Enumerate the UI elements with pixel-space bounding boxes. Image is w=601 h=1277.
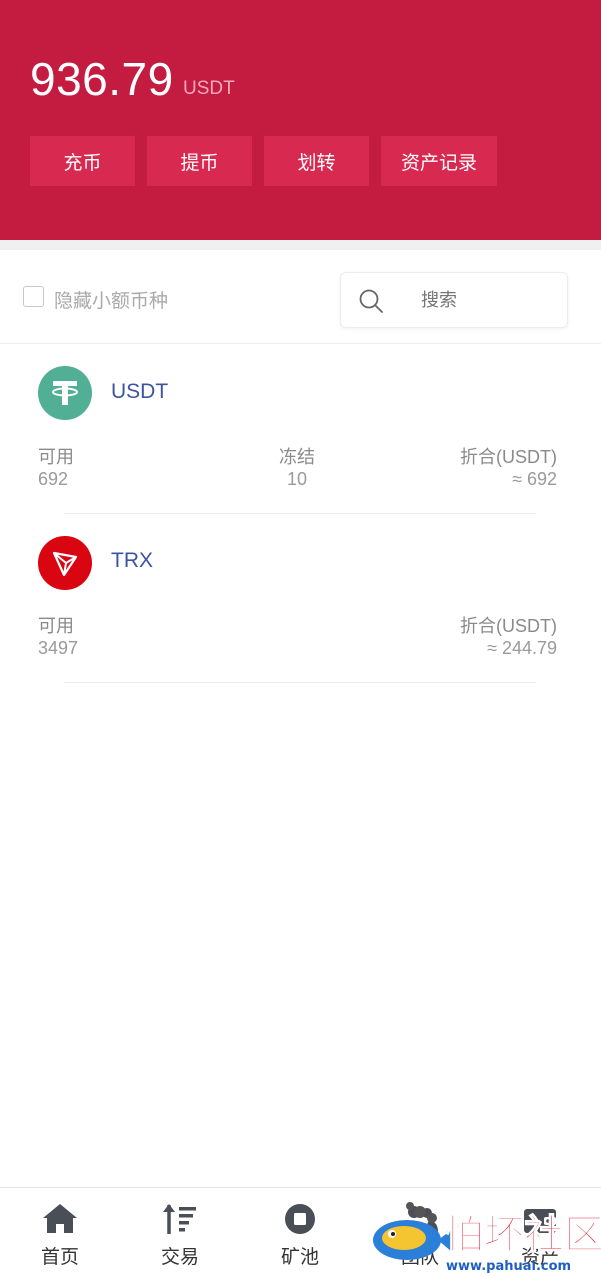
total-balance: 936.79	[30, 53, 174, 105]
coin-name: USDT	[111, 380, 169, 403]
tether-logo-icon	[38, 366, 92, 420]
tab-label: 矿池	[280, 1247, 319, 1268]
deposit-button[interactable]: 充币	[30, 136, 135, 186]
tab-label: 首页	[40, 1247, 79, 1268]
equiv-value: ≈ 244.79	[487, 638, 557, 658]
search-icon	[359, 289, 383, 313]
divider	[64, 682, 536, 683]
hide-small-label[interactable]: 隐藏小额币种	[54, 286, 168, 313]
frozen-label: 冻结	[279, 447, 315, 467]
frozen-value: 10	[286, 469, 308, 489]
equiv-label: 折合(USDT)	[460, 447, 557, 467]
watermark-logo: 怕坏社区 www.pahuai.com	[373, 1202, 601, 1274]
coin-name: TRX	[111, 549, 153, 572]
asset-records-button[interactable]: 资产记录	[381, 136, 497, 186]
balance-header	[0, 0, 601, 240]
available-value: 3497	[38, 638, 79, 658]
available-label: 可用	[38, 616, 74, 636]
transfer-button[interactable]: 划转	[264, 136, 369, 186]
tab-mining-pool[interactable]: 矿池	[240, 1197, 360, 1272]
home-icon	[43, 1204, 77, 1233]
stop-circle-icon	[285, 1204, 315, 1234]
divider	[64, 513, 536, 514]
available-value: 692	[38, 469, 69, 489]
svg-text:www.pahuai.com: www.pahuai.com	[446, 1259, 571, 1274]
tab-home[interactable]: 首页	[0, 1197, 120, 1272]
equiv-value: ≈ 692	[512, 469, 557, 489]
available-label: 可用	[38, 447, 74, 467]
withdraw-button[interactable]: 提币	[147, 136, 252, 186]
tab-trade[interactable]: 交易	[120, 1197, 240, 1272]
search-input[interactable]	[421, 290, 551, 311]
sort-icon	[163, 1204, 196, 1234]
hide-small-checkbox[interactable]	[23, 286, 44, 307]
equiv-label: 折合(USDT)	[460, 616, 557, 636]
section-gap	[0, 240, 601, 250]
balance-unit: USDT	[183, 78, 235, 99]
tron-logo-icon	[38, 536, 92, 590]
svg-text:怕坏社区: 怕坏社区	[444, 1212, 601, 1258]
tab-label: 交易	[160, 1247, 199, 1268]
